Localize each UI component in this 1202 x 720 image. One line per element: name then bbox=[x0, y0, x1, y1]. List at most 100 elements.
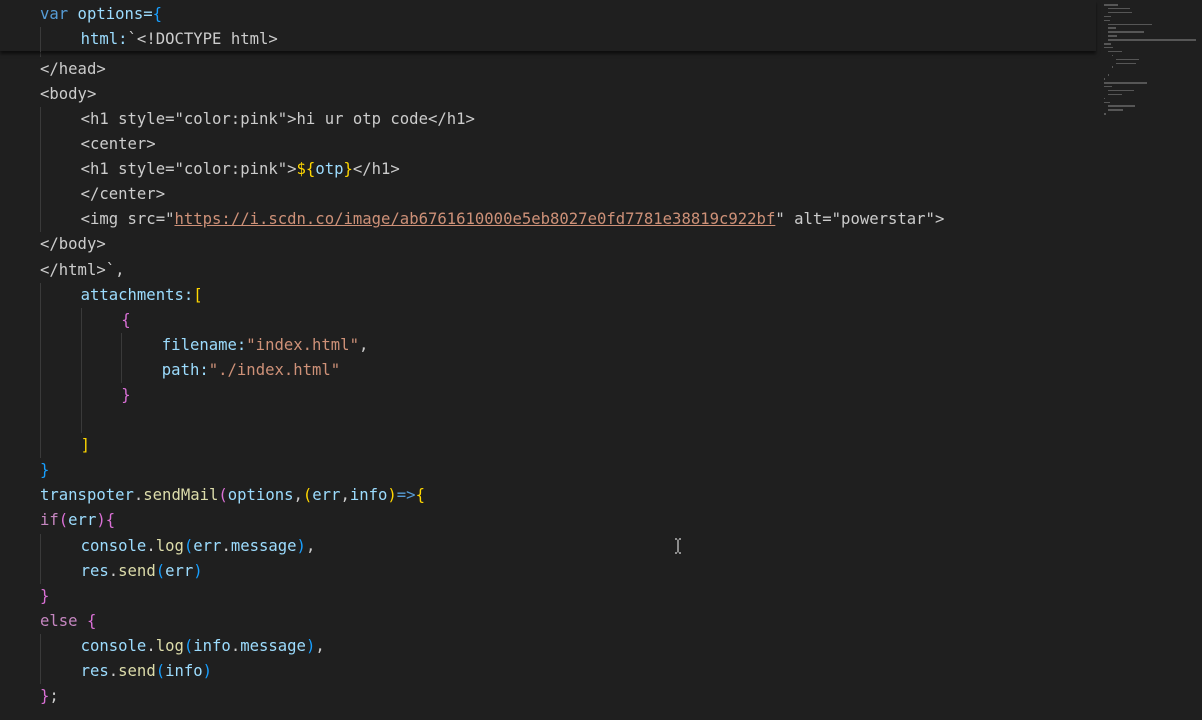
code-text[interactable]: <h1 style="color:pink">${otp}</h1> bbox=[81, 157, 400, 182]
indent-guide bbox=[40, 106, 41, 133]
code-token: err bbox=[165, 561, 194, 580]
code-line[interactable]: </html>`, bbox=[0, 258, 1096, 283]
code-token: else bbox=[40, 611, 78, 630]
indent-guide bbox=[40, 357, 41, 383]
code-token: message bbox=[230, 536, 297, 555]
code-token: </h1> bbox=[352, 160, 400, 179]
sticky-code-line[interactable]: html:`<!DOCTYPE html> bbox=[0, 26, 1096, 52]
code-line[interactable]: transpoter.sendMail(options,(err,info)=>… bbox=[0, 483, 1096, 508]
code-text[interactable]: res.send(err) bbox=[81, 559, 203, 584]
code-line[interactable]: ] bbox=[0, 433, 1096, 459]
code-text[interactable]: path:"./index.html" bbox=[162, 358, 340, 383]
code-text[interactable]: var options={ bbox=[40, 2, 162, 27]
code-token: ( bbox=[218, 486, 228, 505]
code-text[interactable]: { bbox=[121, 308, 130, 333]
sticky-line-2[interactable]: html:`<!DOCTYPE html> bbox=[0, 26, 1096, 52]
code-token: . bbox=[221, 536, 231, 555]
minimap-line bbox=[1108, 27, 1117, 29]
code-line[interactable]: { bbox=[0, 307, 1096, 333]
minimap-line bbox=[1108, 105, 1136, 107]
code-token: ( bbox=[155, 561, 166, 580]
code-line[interactable]: </center> bbox=[0, 182, 1096, 208]
code-token: log bbox=[155, 536, 184, 555]
code-line[interactable]: <h1 style="color:pink">hi ur otp code</h… bbox=[0, 106, 1096, 133]
code-text[interactable]: html:`<!DOCTYPE html> bbox=[81, 27, 278, 52]
code-token: ( bbox=[183, 536, 194, 555]
sticky-line-1[interactable]: var options={ bbox=[0, 2, 1096, 27]
minimap-line bbox=[1104, 78, 1106, 80]
code-line[interactable]: <img src="https://i.scdn.co/image/ab6761… bbox=[0, 207, 1096, 233]
code-text[interactable]: } bbox=[40, 584, 49, 609]
code-token: filename: bbox=[161, 335, 247, 354]
code-text[interactable]: <center> bbox=[81, 132, 156, 157]
code-text[interactable]: <body> bbox=[40, 82, 96, 107]
code-text[interactable]: </body> bbox=[40, 232, 106, 257]
code-token: </body> bbox=[40, 235, 106, 254]
indent-guide bbox=[40, 332, 41, 358]
minimap-line bbox=[1116, 58, 1140, 61]
code-token: ) bbox=[96, 511, 106, 530]
code-line[interactable]: res.send(info) bbox=[0, 659, 1096, 685]
code-text[interactable]: if(err){ bbox=[40, 508, 115, 533]
minimap-line bbox=[1104, 43, 1112, 45]
indent-guide bbox=[40, 307, 41, 333]
sticky-scroll-header[interactable]: var options={ html:`<!DOCTYPE html> bbox=[0, 0, 1096, 52]
code-line[interactable] bbox=[0, 408, 1096, 434]
code-token: { bbox=[105, 511, 116, 530]
minimap-line bbox=[1108, 7, 1131, 10]
minimap-line bbox=[1112, 66, 1114, 68]
indent-guide bbox=[80, 357, 82, 383]
code-line[interactable]: else { bbox=[0, 609, 1096, 634]
minimap-line bbox=[1108, 11, 1133, 14]
code-token: } bbox=[40, 461, 50, 480]
code-line[interactable]: }; bbox=[0, 684, 1096, 709]
code-editor[interactable]: <title>Document</title></head><body><h1 … bbox=[0, 0, 1202, 720]
code-line[interactable]: } bbox=[0, 584, 1096, 609]
code-line[interactable]: path:"./index.html" bbox=[0, 357, 1096, 383]
code-text[interactable]: }; bbox=[40, 684, 59, 709]
code-line[interactable]: </body> bbox=[0, 232, 1096, 257]
code-text[interactable]: } bbox=[40, 458, 49, 483]
code-token: } bbox=[40, 586, 50, 605]
code-text[interactable]: res.send(info) bbox=[81, 659, 212, 684]
code-text[interactable]: } bbox=[121, 383, 130, 408]
code-token: => bbox=[396, 486, 416, 505]
code-text[interactable]: transpoter.sendMail(options,(err,info)=>… bbox=[40, 483, 425, 508]
indent-guide bbox=[40, 408, 41, 434]
code-line[interactable]: res.send(err) bbox=[0, 558, 1096, 584]
code-text[interactable]: </center> bbox=[81, 182, 166, 207]
minimap-line bbox=[1108, 50, 1122, 53]
minimap[interactable] bbox=[1096, 0, 1202, 720]
code-token: <h1 style="color:pink"> bbox=[80, 160, 297, 179]
code-text[interactable]: attachments:[ bbox=[81, 283, 203, 308]
code-text[interactable]: <h1 style="color:pink">hi ur otp code</h… bbox=[81, 107, 475, 132]
code-line[interactable]: </head> bbox=[0, 57, 1096, 82]
code-text[interactable]: console.log(info.message), bbox=[81, 634, 325, 659]
code-text[interactable]: filename:"index.html", bbox=[162, 333, 369, 358]
minimap-line bbox=[1108, 109, 1123, 111]
code-line[interactable]: <h1 style="color:pink">${otp}</h1> bbox=[0, 157, 1096, 183]
code-token: path: bbox=[161, 360, 209, 379]
code-text[interactable]: console.log(err.message), bbox=[81, 534, 316, 559]
code-line[interactable]: <center> bbox=[0, 132, 1096, 158]
code-area[interactable]: <title>Document</title></head><body><h1 … bbox=[0, 0, 1096, 709]
code-text[interactable]: </html>`, bbox=[40, 258, 125, 283]
code-token: { bbox=[121, 310, 131, 329]
code-line[interactable]: console.log(err.message), bbox=[0, 533, 1096, 559]
code-token: res bbox=[80, 662, 109, 681]
indent-guide bbox=[40, 182, 41, 208]
code-line[interactable]: if(err){ bbox=[0, 508, 1096, 533]
code-line[interactable]: } bbox=[0, 458, 1096, 483]
sticky-code-line[interactable]: var options={ bbox=[0, 2, 1096, 27]
code-text[interactable]: </head> bbox=[40, 57, 106, 82]
code-token: ] bbox=[80, 436, 90, 455]
code-text[interactable]: <img src="https://i.scdn.co/image/ab6761… bbox=[81, 207, 945, 232]
code-line[interactable]: <body> bbox=[0, 82, 1096, 107]
code-text[interactable]: ] bbox=[81, 433, 90, 458]
code-line[interactable]: filename:"index.html", bbox=[0, 332, 1096, 358]
indent-guide bbox=[80, 383, 82, 409]
code-text[interactable]: else { bbox=[40, 609, 96, 634]
code-line[interactable]: console.log(info.message), bbox=[0, 633, 1096, 660]
code-line[interactable]: attachments:[ bbox=[0, 282, 1096, 308]
code-line[interactable]: } bbox=[0, 383, 1096, 409]
